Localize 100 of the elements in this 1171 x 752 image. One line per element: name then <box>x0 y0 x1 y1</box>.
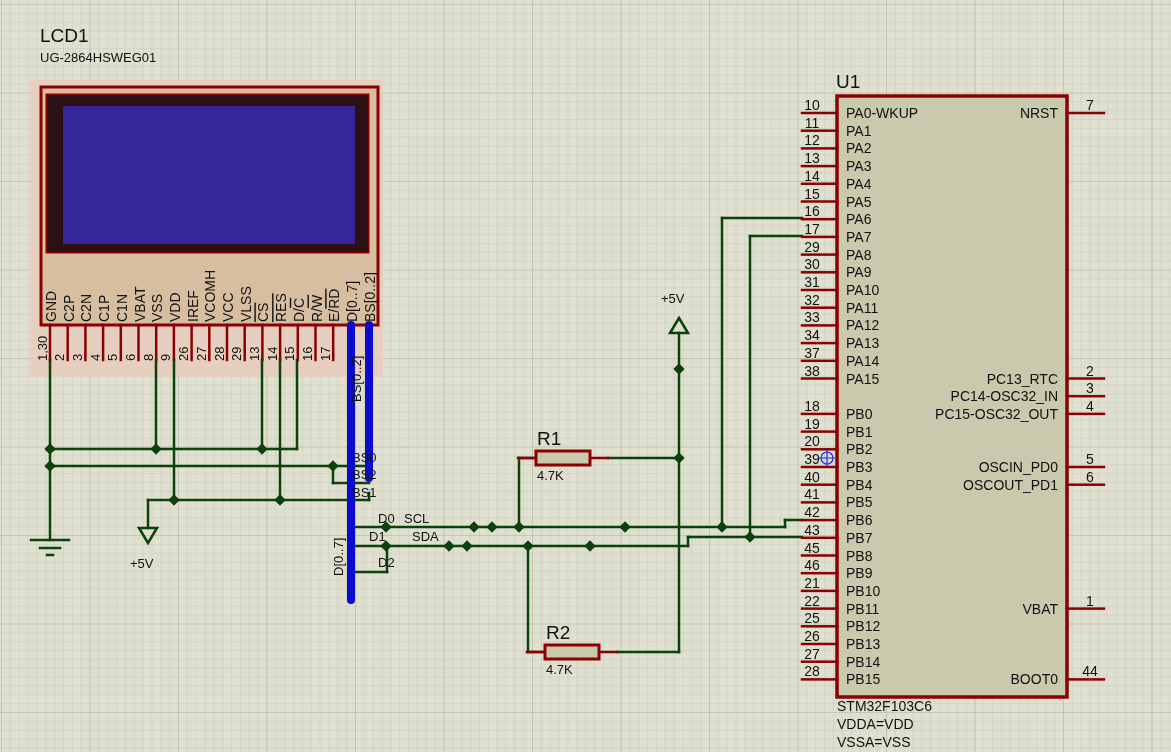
pin-number: 5 <box>1086 451 1094 467</box>
pin-label: VBAT <box>131 286 148 322</box>
crosshair-cursor-icon <box>818 449 836 467</box>
pin-number: 32 <box>804 291 820 308</box>
pin-number: 38 <box>804 362 820 379</box>
pin-number: 7 <box>1086 97 1094 113</box>
pin-number: 33 <box>804 309 820 326</box>
pin-lead <box>1065 483 1106 486</box>
pin-lead <box>1065 412 1106 416</box>
pin-lead <box>1065 465 1106 469</box>
component-note: VDDA=VDD <box>837 716 914 732</box>
pin-label: PA13 <box>846 335 880 352</box>
microcontroller-body[interactable] <box>835 94 1069 699</box>
pin-number: 40 <box>804 468 820 485</box>
pin-label: C1N <box>113 294 130 322</box>
pin-number: 9 <box>158 353 174 361</box>
pin-lead <box>800 164 839 168</box>
pin-number: 17 <box>317 346 333 361</box>
pin-lead <box>800 642 839 646</box>
pin-lead <box>800 430 839 433</box>
pin-label: PB14 <box>846 653 881 670</box>
pin-label: PA6 <box>846 211 872 228</box>
pin-lead <box>331 323 335 362</box>
pin-number: 43 <box>804 521 820 538</box>
pin-lead <box>800 129 839 132</box>
pin-label: PB13 <box>846 636 881 652</box>
pin-label: PC13_RTC <box>986 370 1058 387</box>
pin-label: E/RD <box>326 288 343 322</box>
pin-number: 21 <box>804 574 820 591</box>
pin-lead <box>119 323 123 362</box>
pin-number: 18 <box>804 397 820 414</box>
pin-number: 45 <box>804 539 820 556</box>
pin-lead <box>225 323 229 362</box>
pin-label: C2N <box>78 294 95 322</box>
pin-number: 29 <box>229 346 245 361</box>
pin-number: 1,30 <box>34 335 50 361</box>
component-note: STM32F103C6 <box>837 698 932 714</box>
resistor-value: 4.7K <box>546 662 573 677</box>
pin-number: 27 <box>804 645 820 662</box>
pin-label: VBAT <box>1022 600 1058 617</box>
pin-number: 12 <box>804 132 820 149</box>
pin-number: 13 <box>246 346 262 361</box>
pin-label: PB11 <box>846 600 880 617</box>
pin-lead <box>101 323 105 362</box>
pin-lead <box>1065 111 1106 115</box>
pin-number: 44 <box>1082 663 1098 680</box>
power-label: +5V <box>130 556 154 571</box>
pin-lead <box>1065 678 1106 681</box>
pin-lead <box>800 571 839 575</box>
pin-lead <box>800 253 839 256</box>
pin-number: 6 <box>1086 468 1094 485</box>
pin-label: BS[0..2] <box>362 272 378 322</box>
pin-lead <box>800 448 839 451</box>
pin-lead <box>800 536 839 540</box>
pin-label: R/W <box>308 294 325 322</box>
pin-number: 4 <box>87 353 103 361</box>
pin-lead <box>1065 607 1106 610</box>
pin-number: 30 <box>804 256 820 273</box>
component-part-name: UG-2864HSWEG01 <box>40 50 157 65</box>
pin-number: 31 <box>804 274 820 290</box>
net-label: D1 <box>369 529 386 544</box>
pin-number: 22 <box>804 592 820 609</box>
net-label: SCL <box>404 511 430 526</box>
pin-number: 46 <box>804 557 820 574</box>
pin-number: 10 <box>804 97 820 113</box>
pin-label: C1P <box>96 294 113 322</box>
pin-lead <box>66 323 69 362</box>
pin-number: 16 <box>300 346 315 361</box>
pin-label: D[0..7] <box>344 280 360 322</box>
pin-number: 34 <box>804 327 820 344</box>
pin-lead <box>800 359 839 363</box>
pin-lead <box>1065 377 1106 380</box>
component-reference: U1 <box>836 71 861 92</box>
pin-label: C2P <box>60 294 77 322</box>
pin-label: IREF <box>184 290 201 322</box>
pin-lead <box>261 323 264 362</box>
pin-lead <box>800 501 839 504</box>
pin-label: PC14-OSC32_IN <box>950 388 1058 405</box>
bus-label: BS[0..2] <box>349 355 364 402</box>
pin-label: PB15 <box>846 671 881 688</box>
pin-lead <box>84 323 87 362</box>
resistor-drawing[interactable] <box>525 643 619 661</box>
ground-icon <box>29 538 71 557</box>
pin-number: 15 <box>804 185 820 202</box>
pin-number: 42 <box>804 504 820 521</box>
pin-label: PB2 <box>846 441 873 458</box>
pin-lead <box>800 200 839 203</box>
pin-label: BOOT0 <box>1010 671 1058 688</box>
pin-label: PC15-OSC32_OUT <box>935 405 1058 422</box>
pin-lead <box>296 323 300 362</box>
pin-lead <box>1065 394 1106 398</box>
power-arrow-icon <box>667 315 691 335</box>
pin-lead <box>800 518 839 522</box>
pin-number: 2 <box>52 353 68 361</box>
pin-number: 26 <box>804 628 820 644</box>
pin-lead <box>800 377 839 380</box>
resistor-drawing[interactable] <box>516 449 610 467</box>
pin-lead <box>800 589 839 593</box>
pin-number: 20 <box>804 433 820 450</box>
pin-number: 8 <box>140 353 156 361</box>
